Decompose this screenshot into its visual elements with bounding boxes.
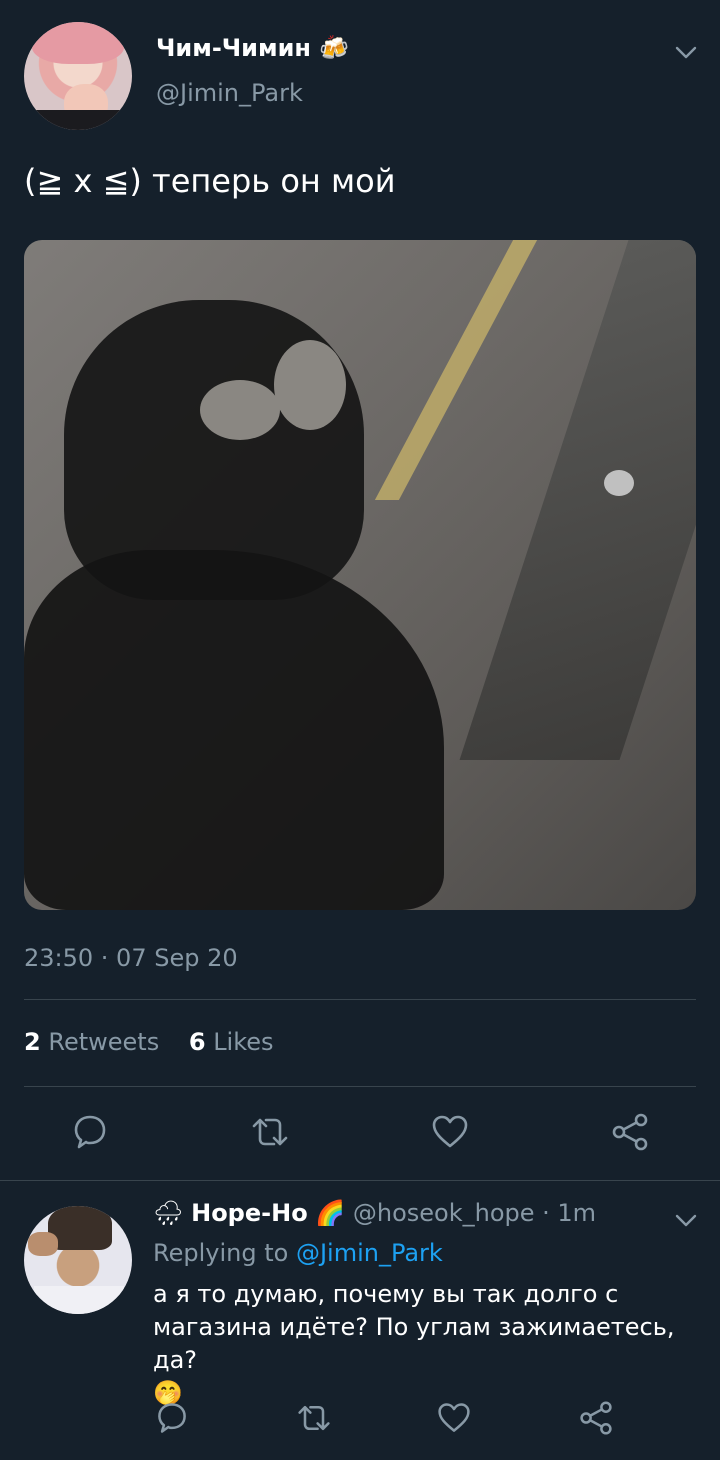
photo-heart-gap-left (200, 380, 280, 440)
photo-curb-line (374, 240, 538, 500)
tweet-timestamp[interactable]: 23:50 · 07 Sep 20 (24, 944, 238, 972)
beer-emoji: 🍻 (319, 34, 350, 62)
photo-heart-gap-right (274, 340, 346, 430)
avatar-shirt (34, 1286, 124, 1314)
share-icon (612, 1113, 648, 1151)
photo-shadow-body (24, 550, 444, 910)
retweet-icon (298, 1405, 330, 1431)
share-icon (580, 1401, 612, 1435)
divider (24, 999, 696, 1000)
chevron-down-icon[interactable] (674, 40, 698, 64)
retweet-button[interactable] (250, 1112, 290, 1152)
rain-cloud-emoji: 🌧 (153, 1199, 184, 1227)
heart-icon (438, 1403, 470, 1432)
reply-avatar[interactable] (24, 1206, 132, 1314)
reply-button[interactable] (70, 1112, 110, 1152)
replying-to: Replying to @Jimin_Park (153, 1239, 443, 1267)
reply-retweet-button[interactable] (296, 1400, 332, 1436)
user-handle[interactable]: @Jimin_Park (156, 79, 303, 107)
reply-text: а я то думаю, почему вы так долго с мага… (153, 1278, 703, 1410)
like-button[interactable] (430, 1112, 470, 1152)
thread-divider (0, 1180, 720, 1181)
reply-like-button[interactable] (436, 1400, 472, 1436)
chevron-down-icon[interactable] (674, 1208, 698, 1232)
reply-display-name[interactable]: Hope-Ho (191, 1199, 308, 1227)
divider (24, 1086, 696, 1087)
reply-share-button[interactable] (578, 1400, 614, 1436)
reply-reply-button[interactable] (154, 1400, 190, 1436)
replying-label: Replying to (153, 1239, 289, 1267)
retweet-icon (252, 1118, 288, 1146)
reply-handle-time[interactable]: @hoseok_hope · 1m (353, 1199, 596, 1227)
display-name[interactable]: Чим-Чимин 🍻 (156, 34, 349, 62)
likes-label[interactable]: Likes (213, 1028, 273, 1056)
speech-bubble-icon (158, 1403, 186, 1433)
heart-icon (432, 1115, 468, 1148)
share-button[interactable] (610, 1112, 650, 1152)
avatar-hair (32, 22, 124, 64)
avatar[interactable] (24, 22, 132, 130)
rainbow-emoji: 🌈 (315, 1199, 346, 1227)
retweets-label[interactable]: Retweets (48, 1028, 159, 1056)
speech-bubble-icon (74, 1115, 106, 1149)
reply-header: 🌧 Hope-Ho 🌈 @hoseok_hope · 1m (153, 1199, 596, 1227)
tweet-photo[interactable] (24, 240, 696, 910)
photo-pebble (604, 470, 634, 496)
reply-text-body: а я то думаю, почему вы так долго с мага… (153, 1280, 675, 1374)
avatar-shirt (24, 110, 132, 130)
mention-link[interactable]: @Jimin_Park (296, 1239, 443, 1267)
display-name-text: Чим-Чимин (156, 34, 312, 62)
retweets-count[interactable]: 2 (24, 1028, 41, 1056)
likes-count[interactable]: 6 (189, 1028, 206, 1056)
avatar-hand (28, 1232, 58, 1256)
tweet-stats: 2 Retweets 6 Likes (24, 1028, 296, 1056)
tweet-text: (≧ x ≦) теперь он мой (24, 162, 396, 200)
